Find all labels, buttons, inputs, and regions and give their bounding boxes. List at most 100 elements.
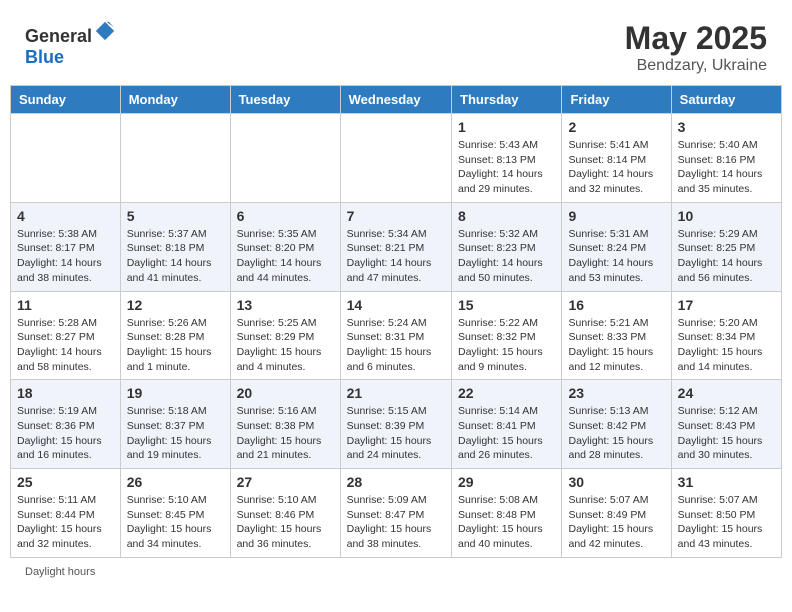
cell-info-text: Sunrise: 5:20 AM Sunset: 8:34 PM Dayligh… [678, 316, 775, 375]
table-row: 24 Sunrise: 5:12 AM Sunset: 8:43 PM Dayli… [671, 380, 781, 469]
cell-day-number: 11 [17, 297, 114, 313]
cell-info-text: Sunrise: 5:07 AM Sunset: 8:49 PM Dayligh… [568, 493, 664, 552]
page-header: General Blue May 2025 Bendzary, Ukraine [10, 10, 782, 80]
cell-day-number: 28 [347, 474, 445, 490]
cell-day-number: 10 [678, 208, 775, 224]
page-container: General Blue May 2025 Bendzary, Ukraine … [10, 10, 782, 578]
col-wednesday: Wednesday [340, 86, 451, 114]
cell-day-number: 8 [458, 208, 555, 224]
cell-day-number: 24 [678, 385, 775, 401]
table-row: 27 Sunrise: 5:10 AM Sunset: 8:46 PM Dayli… [230, 469, 340, 558]
cell-info-text: Sunrise: 5:31 AM Sunset: 8:24 PM Dayligh… [568, 227, 664, 286]
table-row: 19 Sunrise: 5:18 AM Sunset: 8:37 PM Dayli… [120, 380, 230, 469]
table-row [340, 114, 451, 203]
cell-day-number: 23 [568, 385, 664, 401]
cell-info-text: Sunrise: 5:32 AM Sunset: 8:23 PM Dayligh… [458, 227, 555, 286]
calendar-table: Sunday Monday Tuesday Wednesday Thursday… [10, 85, 782, 558]
cell-info-text: Sunrise: 5:22 AM Sunset: 8:32 PM Dayligh… [458, 316, 555, 375]
table-row: 18 Sunrise: 5:19 AM Sunset: 8:36 PM Dayli… [11, 380, 121, 469]
cell-info-text: Sunrise: 5:10 AM Sunset: 8:45 PM Dayligh… [127, 493, 224, 552]
table-row: 20Sunrise: 5:16 AM Sunset: 8:38 PM Dayli… [230, 380, 340, 469]
table-row: 15 Sunrise: 5:22 AM Sunset: 8:32 PM Dayli… [452, 291, 562, 380]
cell-day-number: 6 [237, 208, 334, 224]
cell-day-number: 18 [17, 385, 114, 401]
cell-info-text: Sunrise: 5:13 AM Sunset: 8:42 PM Dayligh… [568, 404, 664, 463]
cell-info-text: Sunrise: 5:38 AM Sunset: 8:17 PM Dayligh… [17, 227, 114, 286]
cell-day-number: 2 [568, 119, 664, 135]
table-row: 30 Sunrise: 5:07 AM Sunset: 8:49 PM Dayli… [562, 469, 671, 558]
col-tuesday: Tuesday [230, 86, 340, 114]
table-row: 10 Sunrise: 5:29 AM Sunset: 8:25 PM Dayli… [671, 202, 781, 291]
calendar-header-row: Sunday Monday Tuesday Wednesday Thursday… [11, 86, 782, 114]
cell-info-text: Sunrise: 5:15 AM Sunset: 8:39 PM Dayligh… [347, 404, 445, 463]
cell-day-number: 1 [458, 119, 555, 135]
table-row: 4 Sunrise: 5:38 AM Sunset: 8:17 PM Daylig… [11, 202, 121, 291]
logo-general: General [25, 26, 92, 46]
cell-day-number: 20 [237, 385, 334, 401]
cell-info-text: Sunrise: 5:12 AM Sunset: 8:43 PM Dayligh… [678, 404, 775, 463]
cell-info-text: Sunrise: 5:18 AM Sunset: 8:37 PM Dayligh… [127, 404, 224, 463]
cell-info-text: Sunrise: 5:21 AM Sunset: 8:33 PM Dayligh… [568, 316, 664, 375]
table-row: 5Sunrise: 5:37 AM Sunset: 8:18 PM Daylig… [120, 202, 230, 291]
table-row [11, 114, 121, 203]
table-row: 22 Sunrise: 5:14 AM Sunset: 8:41 PM Dayli… [452, 380, 562, 469]
cell-day-number: 29 [458, 474, 555, 490]
cell-info-text: Sunrise: 5:08 AM Sunset: 8:48 PM Dayligh… [458, 493, 555, 552]
cell-info-text: Sunrise: 5:35 AM Sunset: 8:20 PM Dayligh… [237, 227, 334, 286]
col-sunday: Sunday [11, 86, 121, 114]
table-row: 9 Sunrise: 5:31 AM Sunset: 8:24 PM Daylig… [562, 202, 671, 291]
table-row: 14Sunrise: 5:24 AM Sunset: 8:31 PM Dayli… [340, 291, 451, 380]
table-row: 8 Sunrise: 5:32 AM Sunset: 8:23 PM Daylig… [452, 202, 562, 291]
cell-day-number: 9 [568, 208, 664, 224]
cell-day-number: 25 [17, 474, 114, 490]
table-row: 6 Sunrise: 5:35 AM Sunset: 8:20 PM Daylig… [230, 202, 340, 291]
cell-info-text: Sunrise: 5:09 AM Sunset: 8:47 PM Dayligh… [347, 493, 445, 552]
logo: General Blue [25, 20, 116, 68]
table-row [230, 114, 340, 203]
cell-day-number: 12 [127, 297, 224, 313]
daylight-label: Daylight hours [25, 566, 95, 578]
cell-info-text: Sunrise: 5:26 AM Sunset: 8:28 PM Dayligh… [127, 316, 224, 375]
cell-day-number: 13 [237, 297, 334, 313]
table-row: 16 Sunrise: 5:21 AM Sunset: 8:33 PM Dayli… [562, 291, 671, 380]
table-row: 21Sunrise: 5:15 AM Sunset: 8:39 PM Dayli… [340, 380, 451, 469]
cell-info-text: Sunrise: 5:41 AM Sunset: 8:14 PM Dayligh… [568, 138, 664, 197]
cell-day-number: 27 [237, 474, 334, 490]
cell-day-number: 4 [17, 208, 114, 224]
cell-day-number: 7 [347, 208, 445, 224]
cell-info-text: Sunrise: 5:34 AM Sunset: 8:21 PM Dayligh… [347, 227, 445, 286]
col-thursday: Thursday [452, 86, 562, 114]
table-row: 28 Sunrise: 5:09 AM Sunset: 8:47 PM Dayli… [340, 469, 451, 558]
calendar-week-row: 1 Sunrise: 5:43 AM Sunset: 8:13 PM Daylig… [11, 114, 782, 203]
month-year: May 2025 [625, 20, 767, 57]
cell-day-number: 17 [678, 297, 775, 313]
cell-day-number: 5 [127, 208, 224, 224]
table-row: 3Sunrise: 5:40 AM Sunset: 8:16 PM Daylig… [671, 114, 781, 203]
logo-icon [94, 20, 116, 42]
col-monday: Monday [120, 86, 230, 114]
footer: Daylight hours [10, 566, 782, 578]
cell-info-text: Sunrise: 5:11 AM Sunset: 8:44 PM Dayligh… [17, 493, 114, 552]
cell-info-text: Sunrise: 5:29 AM Sunset: 8:25 PM Dayligh… [678, 227, 775, 286]
cell-day-number: 26 [127, 474, 224, 490]
cell-info-text: Sunrise: 5:24 AM Sunset: 8:31 PM Dayligh… [347, 316, 445, 375]
cell-day-number: 16 [568, 297, 664, 313]
cell-info-text: Sunrise: 5:10 AM Sunset: 8:46 PM Dayligh… [237, 493, 334, 552]
cell-day-number: 31 [678, 474, 775, 490]
cell-info-text: Sunrise: 5:14 AM Sunset: 8:41 PM Dayligh… [458, 404, 555, 463]
cell-info-text: Sunrise: 5:43 AM Sunset: 8:13 PM Dayligh… [458, 138, 555, 197]
calendar-week-row: 4 Sunrise: 5:38 AM Sunset: 8:17 PM Daylig… [11, 202, 782, 291]
table-row: 31 Sunrise: 5:07 AM Sunset: 8:50 PM Dayli… [671, 469, 781, 558]
calendar-week-row: 11Sunrise: 5:28 AM Sunset: 8:27 PM Dayli… [11, 291, 782, 380]
cell-day-number: 30 [568, 474, 664, 490]
cell-info-text: Sunrise: 5:07 AM Sunset: 8:50 PM Dayligh… [678, 493, 775, 552]
cell-day-number: 3 [678, 119, 775, 135]
cell-day-number: 15 [458, 297, 555, 313]
cell-day-number: 22 [458, 385, 555, 401]
table-row: 26 Sunrise: 5:10 AM Sunset: 8:45 PM Dayli… [120, 469, 230, 558]
table-row: 23 Sunrise: 5:13 AM Sunset: 8:42 PM Dayli… [562, 380, 671, 469]
cell-info-text: Sunrise: 5:19 AM Sunset: 8:36 PM Dayligh… [17, 404, 114, 463]
col-saturday: Saturday [671, 86, 781, 114]
table-row: 2 Sunrise: 5:41 AM Sunset: 8:14 PM Daylig… [562, 114, 671, 203]
cell-day-number: 19 [127, 385, 224, 401]
